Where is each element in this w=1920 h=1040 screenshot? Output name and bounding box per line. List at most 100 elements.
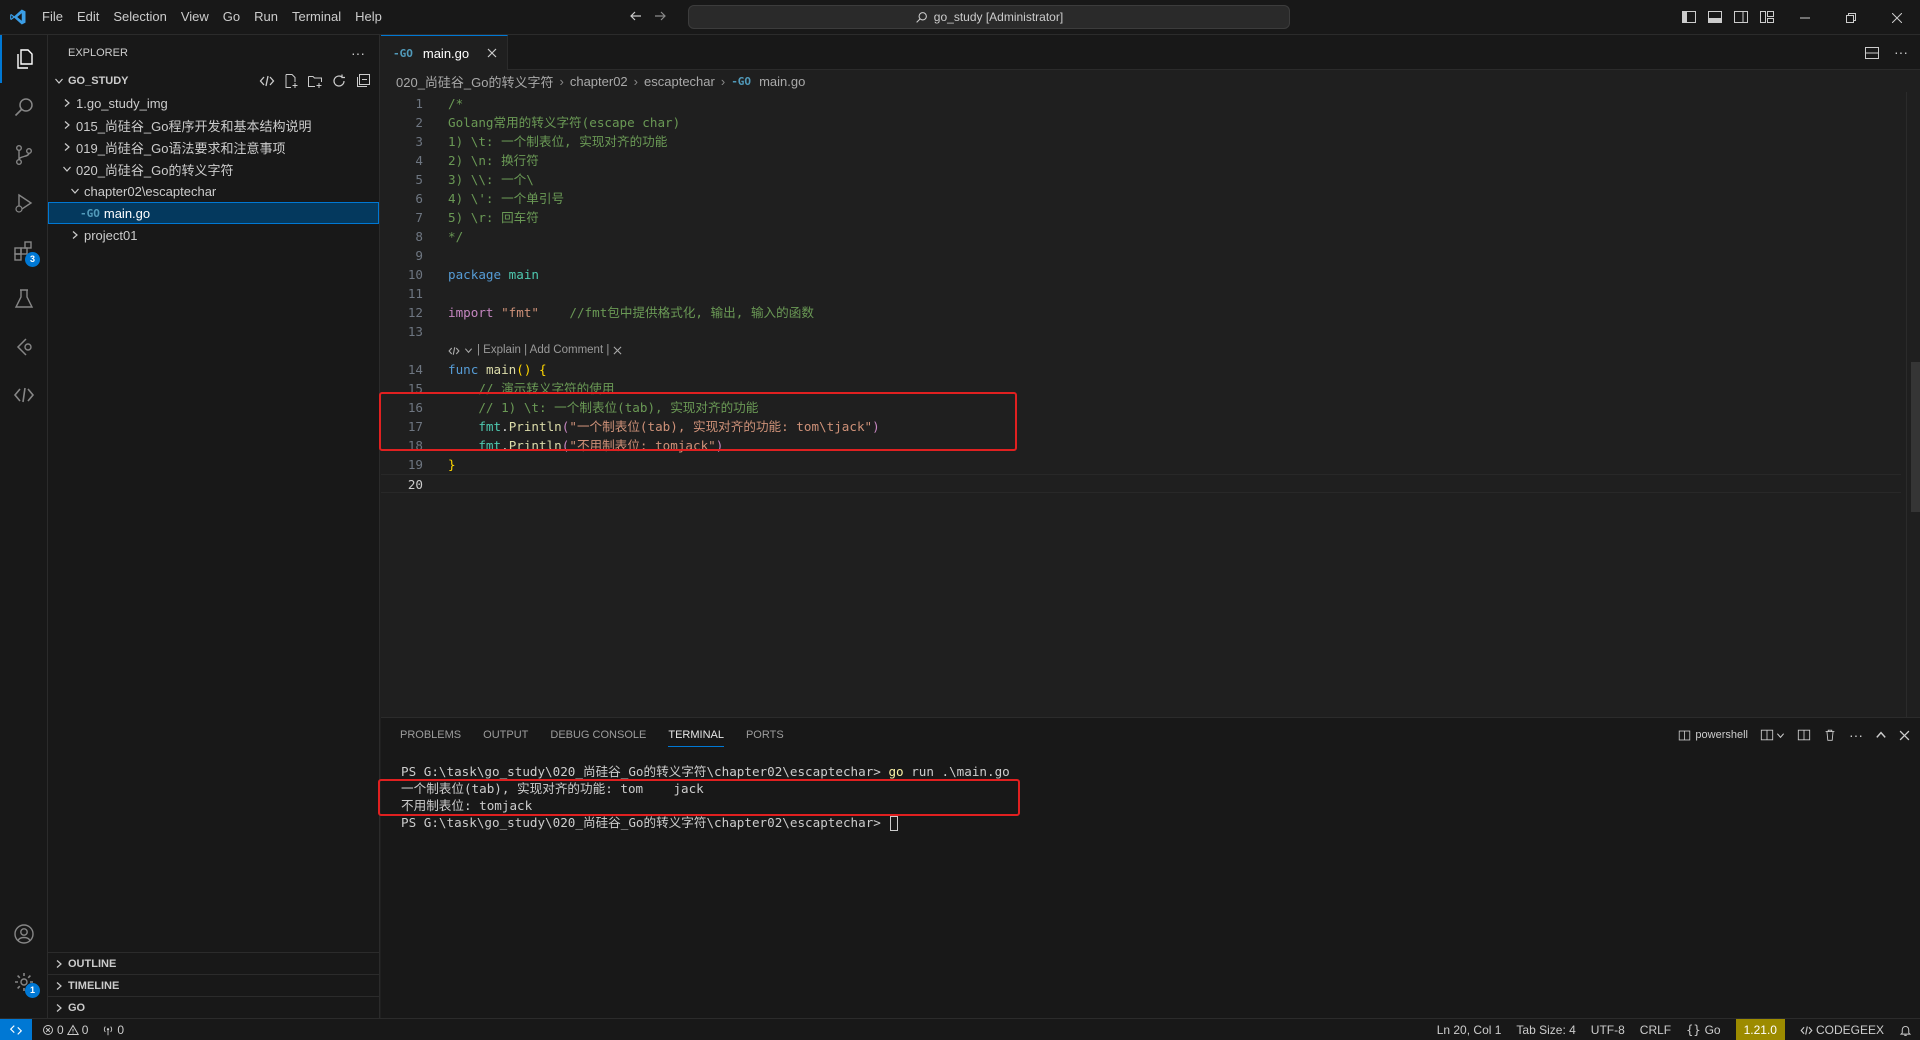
trash-icon[interactable] [1823,728,1837,742]
code-line: 12 import "fmt" //fmt包中提供格式化, 输出, 输入的函数 [407,305,814,320]
toggle-secondary-sidebar-icon[interactable] [1733,9,1749,25]
breadcrumb-item[interactable]: 020_尚硅谷_Go的转义字符 [396,72,554,91]
highlight-box-code [379,392,1017,451]
remote-explorer-icon[interactable] [0,323,48,371]
customize-layout-icon[interactable] [1759,9,1775,25]
more-actions-icon[interactable]: ··· [351,45,365,61]
explorer-icon[interactable] [0,35,48,83]
tab-output[interactable]: OUTPUT [472,718,539,753]
workspace-section-header[interactable]: GO_STUDY [48,70,379,92]
language-mode[interactable]: {} Go [1686,1023,1720,1037]
search-label: go_study [Administrator] [933,10,1064,24]
toggle-primary-sidebar-icon[interactable] [1681,9,1697,25]
remote-indicator-icon[interactable] [0,1018,32,1040]
problems-status[interactable]: 0 0 [42,1023,88,1037]
refresh-icon[interactable] [331,73,347,89]
tree-file-main-go[interactable]: -GO main.go [48,202,379,224]
new-file-icon[interactable] [283,73,299,89]
maximize-panel-icon[interactable] [1875,729,1887,741]
timeline-section[interactable]: TIMELINE [48,974,379,996]
minimize-icon[interactable] [1782,0,1828,35]
new-folder-icon[interactable] [307,73,323,89]
back-arrow-icon[interactable] [628,8,644,24]
scrollbar-thumb[interactable] [1911,362,1920,512]
notifications-bell-icon[interactable] [1899,1024,1912,1037]
menu-selection[interactable]: Selection [106,5,173,29]
menu-view[interactable]: View [174,5,216,29]
more-actions-icon[interactable]: ··· [1894,45,1908,61]
code-line: 11 [407,286,423,301]
tree-folder-chapter02-escaptechar[interactable]: chapter02\escaptechar [48,180,379,202]
menu-file[interactable]: File [35,5,70,29]
close-window-icon[interactable] [1874,0,1920,35]
command-center-search[interactable]: go_study [Administrator] [688,5,1290,29]
panel-actions: powershell ··· [1678,728,1910,742]
breadcrumb-item[interactable]: chapter02 [570,74,628,89]
codelens-label[interactable]: | Explain | Add Comment | [477,341,609,360]
extensions-icon[interactable]: 3 [0,227,48,275]
tree-folder-015[interactable]: 015_尚硅谷_Go程序开发和基本结构说明 [48,114,379,136]
code-line: 6 4) \': 一个单引号 [415,191,565,206]
go-file-icon: -GO [80,206,100,220]
codegeex-icon[interactable] [0,371,48,419]
close-codelens-icon[interactable] [613,346,622,355]
tab-ports[interactable]: PORTS [735,718,795,753]
warning-count: 0 [81,1022,89,1037]
toggle-panel-icon[interactable] [1707,9,1723,25]
code-line: 9 [415,248,423,263]
close-panel-icon[interactable] [1899,730,1910,741]
tab-size[interactable]: Tab Size: 4 [1516,1023,1575,1037]
forward-arrow-icon[interactable] [652,8,668,24]
menu-help[interactable]: Help [348,5,389,29]
editor-scrollbar[interactable] [1906,92,1920,717]
tree-folder-project01[interactable]: project01 [48,224,379,246]
section-label: OUTLINE [68,957,117,970]
testing-icon[interactable] [0,275,48,323]
encoding[interactable]: UTF-8 [1591,1023,1625,1037]
breadcrumb-item[interactable]: escaptechar [644,74,715,89]
go-section[interactable]: GO [48,996,379,1018]
accounts-icon[interactable] [0,910,48,958]
menu-terminal[interactable]: Terminal [285,5,348,29]
chevron-down-icon[interactable] [464,346,473,355]
chevron-right-icon [62,98,76,108]
tab-main-go[interactable]: -GO main.go [381,35,509,70]
codegeex-icon [1800,1024,1813,1037]
codegeex-lens-icon[interactable] [448,345,460,357]
outline-section[interactable]: OUTLINE [48,952,379,974]
manage-gear-icon[interactable]: 1 [0,958,48,1006]
end-of-line[interactable]: CRLF [1640,1023,1671,1037]
search-view-icon[interactable] [0,83,48,131]
new-terminal-split-icon[interactable] [1760,728,1785,742]
tab-debug-console[interactable]: DEBUG CONSOLE [539,718,657,753]
codegeex-label: CODEGEEX [1815,1023,1884,1037]
tree-folder-019[interactable]: 019_尚硅谷_Go语法要求和注意事项 [48,136,379,158]
cursor-position[interactable]: Ln 20, Col 1 [1437,1023,1502,1037]
codegeex-status[interactable]: CODEGEEX [1800,1023,1884,1037]
go-version[interactable]: 1.21.0 [1735,1019,1785,1040]
error-count: 0 [57,1022,64,1037]
go-file-icon: -GO [393,46,413,60]
codegeex-action-icon[interactable] [259,73,275,89]
close-tab-icon[interactable] [487,48,497,58]
ports-status[interactable]: 0 [102,1023,124,1037]
tree-folder-020[interactable]: 020_尚硅谷_Go的转义字符 [48,158,379,180]
split-editor-icon[interactable] [1864,45,1880,61]
error-icon [42,1024,54,1036]
run-and-debug-icon[interactable] [0,179,48,227]
tab-terminal[interactable]: TERMINAL [657,718,735,753]
terminal-shell-selector[interactable]: powershell [1678,729,1748,742]
chevron-down-icon [54,76,68,86]
collapse-all-icon[interactable] [355,73,371,89]
restore-icon[interactable] [1828,0,1874,35]
more-actions-icon[interactable]: ··· [1849,728,1863,742]
tab-problems[interactable]: PROBLEMS [389,718,472,753]
tree-folder-go-study-img[interactable]: 1.go_study_img [48,92,379,114]
menu-run[interactable]: Run [247,5,285,29]
menu-go[interactable]: Go [216,5,247,29]
breadcrumb-item[interactable]: main.go [759,74,805,89]
source-control-icon[interactable] [0,131,48,179]
code-editor[interactable]: 1/* 2 Golang常用的转义字符(escape char) 3 1) \t: … [379,92,1920,717]
menu-edit[interactable]: Edit [70,5,106,29]
split-terminal-icon[interactable] [1797,728,1811,742]
